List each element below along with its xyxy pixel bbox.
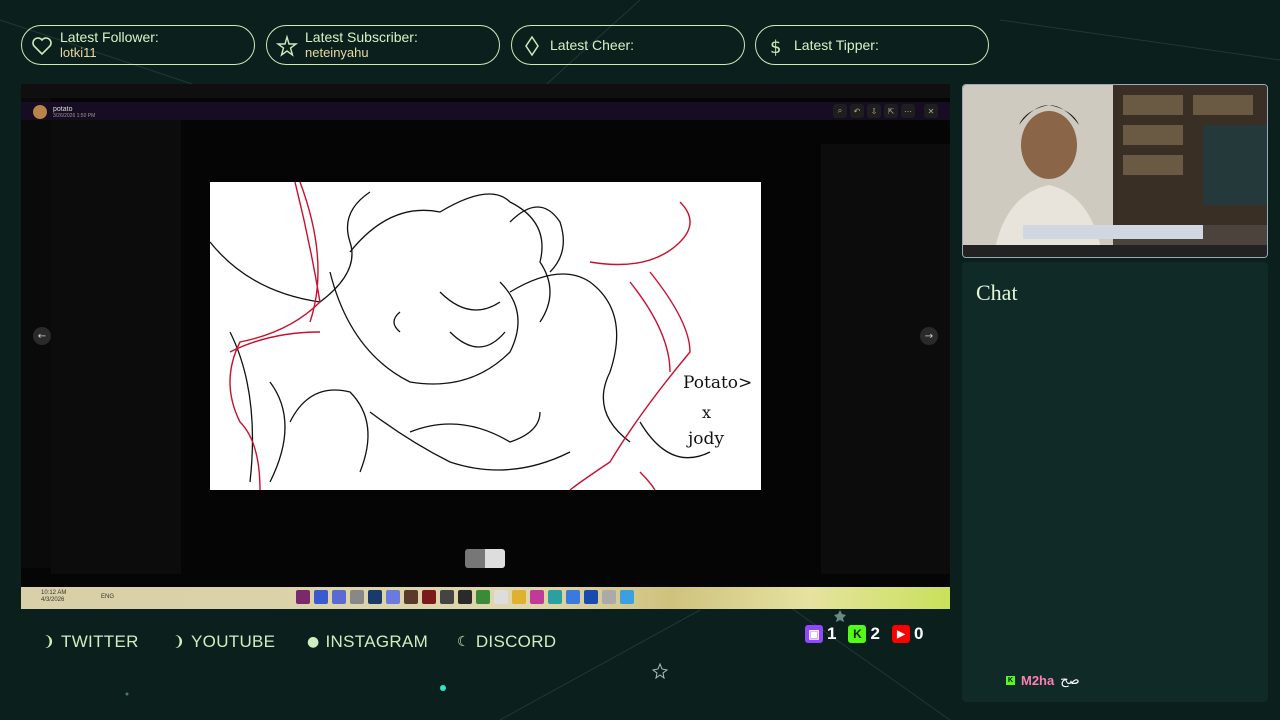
youtube-icon: ▶ (891, 625, 910, 643)
chat-text: صح (1060, 672, 1080, 687)
instagram-label: INSTAGRAM (325, 632, 429, 651)
youtube-viewer-count: ▶ 0 (891, 624, 924, 644)
star-icon (275, 34, 299, 57)
dollar-icon: $ (770, 37, 781, 58)
youtube-count: 0 (913, 624, 924, 643)
image-thumbnail[interactable] (465, 549, 505, 568)
taskbar-app-icon[interactable] (530, 590, 544, 604)
discord-icon: ☾ (457, 634, 470, 650)
close-icon[interactable]: ✕ (924, 104, 938, 118)
alert-label: Latest Tipper: (794, 36, 879, 53)
avatar (33, 105, 47, 119)
taskbar-app-icon[interactable] (314, 590, 328, 604)
taskbar-app-icon[interactable] (548, 590, 562, 604)
twitch-count: 1 (827, 624, 837, 643)
taskbar-app-icon[interactable] (332, 590, 346, 604)
next-image-button[interactable]: → (920, 327, 938, 345)
twitch-viewer-count: ▣ 1 (805, 624, 836, 644)
drawing-caption-line2: x (702, 403, 711, 422)
taskbar-app-icon[interactable] (584, 590, 598, 604)
taskbar-date: 4/3/2026 (41, 597, 65, 603)
taskbar-app-icon[interactable] (566, 590, 580, 604)
post-date: 3/26/2026 1:50 PM (53, 112, 96, 119)
webcam-image (963, 85, 1267, 257)
discord-link[interactable]: ☾ DISCORD (457, 632, 556, 652)
screen-capture: potato 3/26/2026 1:50 PM ⌕ ↶ ⇩ ⇱ ⋯ ✕ ← → (21, 84, 950, 587)
drawing-caption-line3: jody (686, 429, 724, 449)
taskbar-app-icon[interactable] (602, 590, 616, 604)
drawing-caption-line1: Potato> (683, 373, 752, 393)
discord-label: DISCORD (475, 632, 557, 651)
diamond-icon (525, 35, 539, 57)
taskbar-language: ENG (101, 594, 115, 600)
youtube-label: YOUTUBE (191, 632, 276, 651)
youtube-icon: ❩ (173, 634, 186, 650)
open-external-icon[interactable]: ⇱ (884, 104, 898, 118)
chat-panel: Chat K M2ha صح (962, 262, 1268, 702)
latest-cheer-alert: Latest Cheer: (511, 25, 745, 65)
poster-name: potato (53, 105, 73, 113)
taskbar-time: 10:12 AM (41, 590, 67, 596)
webcam-feed (962, 84, 1268, 258)
zoom-icon[interactable]: ⌕ (833, 104, 847, 118)
taskbar-app-icon[interactable] (440, 590, 454, 604)
chat-message: K M2ha صح (1006, 672, 1080, 688)
taskbar-app-icon[interactable] (404, 590, 418, 604)
kick-badge-icon: K (1006, 675, 1015, 685)
taskbar-app-icon[interactable] (422, 590, 436, 604)
alert-label: Latest Subscriber: (305, 28, 418, 45)
image-viewer-header: potato 3/26/2026 1:50 PM ⌕ ↶ ⇩ ⇱ ⋯ ✕ (33, 102, 938, 122)
twitch-icon: ▣ (805, 625, 823, 643)
latest-tipper-alert: $ Latest Tipper: (755, 25, 989, 65)
alert-value: neteinyahu (305, 44, 369, 60)
taskbar-app-icon[interactable] (296, 590, 310, 604)
viewer-toolbar: ⌕ ↶ ⇩ ⇱ ⋯ ✕ (833, 104, 938, 118)
kick-viewer-count: K2 (848, 624, 880, 644)
svg-text:$: $ (770, 37, 781, 58)
chat-title: Chat (976, 280, 1018, 305)
alert-label: Latest Cheer: (550, 36, 635, 53)
viewer-counts: ▣ 1 K2 ▶ 0 (805, 624, 923, 644)
twitter-icon: ❩ (43, 634, 56, 650)
instagram-icon: ● (307, 634, 320, 650)
alert-value: lotki11 (60, 44, 97, 60)
windows-taskbar: 10:12 AM 4/3/2026 ENG (21, 587, 950, 609)
heart-icon (32, 37, 52, 56)
kick-count: 2 (870, 624, 880, 643)
twitter-label: TWITTER (61, 632, 139, 651)
taskbar-app-icon[interactable] (476, 590, 490, 604)
download-icon[interactable]: ⇩ (867, 104, 881, 118)
taskbar-app-icon[interactable] (386, 590, 400, 604)
taskbar-app-icon[interactable] (512, 590, 526, 604)
taskbar-app-icon[interactable] (494, 590, 508, 604)
taskbar-app-icon[interactable] (458, 590, 472, 604)
previous-image-button[interactable]: ← (33, 327, 51, 345)
social-links: ❩ TWITTER ❩ YOUTUBE ● INSTAGRAM ☾ DISCORD (43, 632, 556, 652)
latest-subscriber-alert: Latest Subscriber: neteinyahu (266, 25, 500, 65)
rotate-icon[interactable]: ↶ (850, 104, 864, 118)
taskbar-app-icon[interactable] (620, 590, 634, 604)
latest-follower-alert: Latest Follower: lotki11 (21, 25, 255, 65)
taskbar-clock: 10:12 AM 4/3/2026 (41, 590, 66, 604)
twitter-link[interactable]: ❩ TWITTER (43, 632, 173, 652)
taskbar-app-icon[interactable] (350, 590, 364, 604)
alert-label: Latest Follower: (60, 28, 159, 45)
youtube-link[interactable]: ❩ YOUTUBE (173, 632, 307, 652)
chat-username: M2ha (1021, 672, 1055, 688)
kick-icon: K (848, 625, 867, 643)
sketch-lines: Potato> x jody (209, 181, 752, 491)
taskbar-app-icon[interactable] (368, 590, 382, 604)
instagram-link[interactable]: ● INSTAGRAM (307, 632, 457, 652)
taskbar-apps (296, 590, 634, 604)
more-icon[interactable]: ⋯ (901, 104, 915, 118)
sketch-image: Potato> x jody (209, 181, 761, 491)
